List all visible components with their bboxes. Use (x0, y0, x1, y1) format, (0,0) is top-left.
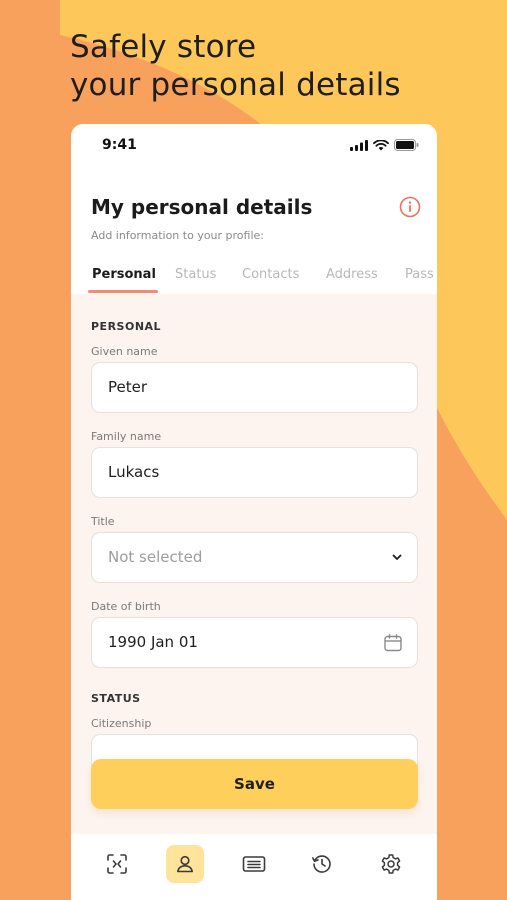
tab-status[interactable]: Status (175, 267, 216, 282)
family-name-field[interactable]: Lukacs (91, 447, 418, 498)
form-content[interactable]: PERSONAL Given name Peter Family name Lu… (71, 294, 437, 834)
citizenship-label: Citizenship (91, 717, 152, 730)
card-icon (242, 856, 266, 872)
active-tab-indicator (88, 290, 158, 293)
given-name-field[interactable]: Peter (91, 362, 418, 413)
page-subtitle: Add information to your profile: (91, 229, 264, 242)
chevron-down-icon (392, 554, 402, 560)
date-of-birth-field[interactable]: 1990 Jan 01 (91, 617, 418, 668)
cellular-signal-icon (350, 139, 368, 151)
nav-documents[interactable] (235, 845, 273, 883)
bottom-navigation (71, 834, 437, 900)
title-select[interactable]: Not selected (91, 532, 418, 583)
page-title: My personal details (91, 195, 313, 219)
status-time: 9:41 (102, 137, 137, 153)
headline: Safely store your personal details (70, 28, 490, 104)
status-bar: 9:41 (71, 124, 437, 168)
section-title-personal: PERSONAL (91, 320, 162, 333)
date-of-birth-label: Date of birth (91, 600, 161, 613)
headline-line-1: Safely store (70, 29, 257, 65)
system-icons (350, 139, 419, 151)
tab-contacts[interactable]: Contacts (242, 267, 299, 282)
nav-history[interactable] (303, 845, 341, 883)
battery-icon (394, 139, 419, 151)
given-name-value: Peter (108, 378, 148, 396)
family-name-label: Family name (91, 430, 162, 443)
scan-icon (107, 854, 127, 874)
nav-settings[interactable] (372, 845, 410, 883)
headline-line-2: your personal details (70, 67, 401, 103)
settings-icon (381, 854, 401, 874)
tab-bar: Personal Status Contacts Address Pass (71, 264, 437, 293)
save-button[interactable]: Save (91, 759, 418, 809)
tab-address[interactable]: Address (326, 267, 378, 282)
tab-personal[interactable]: Personal (92, 267, 156, 282)
title-label: Title (91, 515, 115, 528)
section-title-status: STATUS (91, 692, 141, 705)
person-icon (177, 855, 193, 873)
given-name-label: Given name (91, 345, 158, 358)
phone-screen: 9:41 My personal details Add information… (71, 124, 437, 900)
wifi-icon (373, 139, 389, 150)
calendar-icon[interactable] (383, 633, 403, 653)
nav-profile[interactable] (166, 845, 204, 883)
history-icon (312, 855, 331, 873)
info-icon[interactable] (399, 196, 421, 218)
tab-passport[interactable]: Pass (405, 267, 434, 282)
nav-scan[interactable] (98, 845, 136, 883)
family-name-value: Lukacs (108, 463, 160, 481)
date-of-birth-value: 1990 Jan 01 (108, 633, 198, 651)
title-select-value: Not selected (108, 548, 203, 566)
